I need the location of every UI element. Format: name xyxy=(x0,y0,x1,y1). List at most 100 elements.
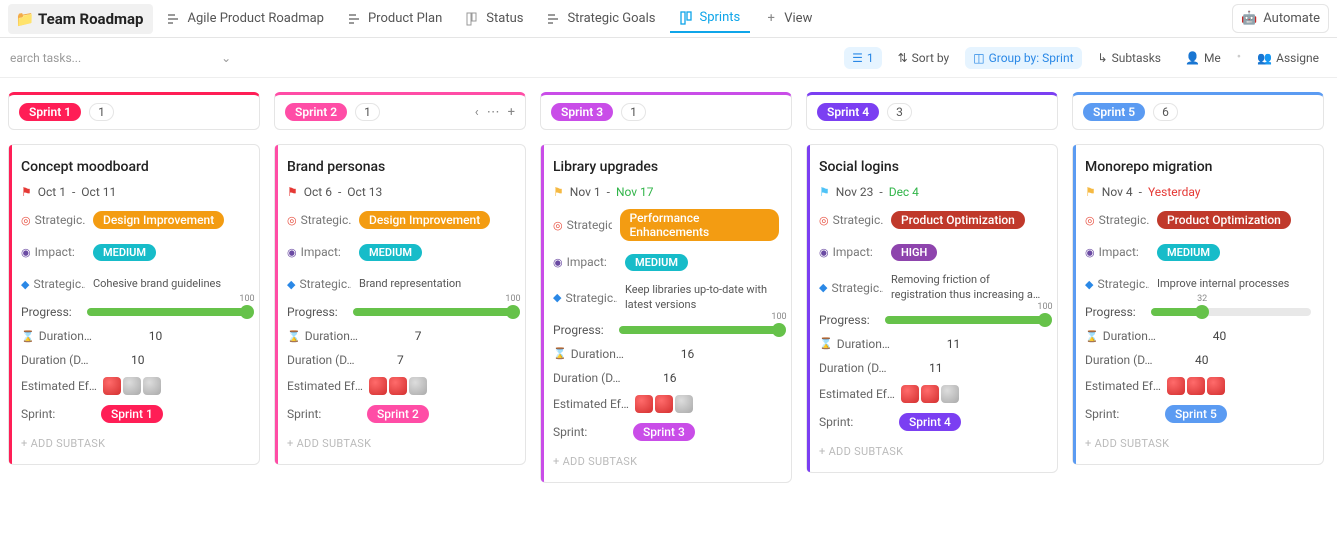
flag-icon: ⚑ xyxy=(21,185,32,199)
impact-pill[interactable]: HIGH xyxy=(891,244,937,261)
sprint-badge[interactable]: Sprint 1 xyxy=(101,405,163,423)
progress-track[interactable]: 100 xyxy=(619,326,779,334)
tab-strategic-goals[interactable]: Strategic Goals xyxy=(537,5,665,32)
gantt-icon xyxy=(348,12,362,26)
tab-add-view[interactable]: + View xyxy=(754,5,822,32)
effort-dot xyxy=(901,385,919,403)
target-icon: ◎ xyxy=(21,214,31,227)
search-input[interactable]: earch tasks... ⌄ xyxy=(4,47,237,69)
duration-est-value: 16 xyxy=(681,347,695,361)
add-subtask-button[interactable]: + ADD SUBTASK xyxy=(1085,433,1311,450)
progress-row[interactable]: Progress: 100 xyxy=(287,305,513,319)
sprint-row: Sprint: Sprint 2 xyxy=(287,405,513,423)
duration-d-row: Duration (D… 11 xyxy=(819,361,1045,375)
effort-dot xyxy=(123,377,141,395)
filter-chip[interactable]: ☰ 1 xyxy=(844,47,882,69)
column-header[interactable]: Sprint 4 3 xyxy=(806,92,1058,130)
duration-est-row: ⌛ Duration… 16 xyxy=(553,347,779,361)
add-subtask-button[interactable]: + ADD SUBTASK xyxy=(21,433,247,450)
goal-pill[interactable]: Design Improvement xyxy=(93,211,224,229)
duration-d-row: Duration (D… 40 xyxy=(1085,353,1311,367)
progress-track[interactable]: 100 xyxy=(87,308,247,316)
add-subtask-button[interactable]: + ADD SUBTASK xyxy=(553,451,779,468)
column-header[interactable]: Sprint 1 1 xyxy=(8,92,260,130)
effort-row: Estimated Ef… xyxy=(1085,377,1311,395)
goal-pill[interactable]: Product Optimization xyxy=(1157,211,1291,229)
flag-icon: ⚑ xyxy=(553,185,564,199)
date-range[interactable]: ⚑ Oct 1 - Oct 11 xyxy=(21,185,247,199)
goal-pill[interactable]: Performance Enhancements xyxy=(620,209,780,241)
column-count: 3 xyxy=(887,103,912,121)
me-button[interactable]: 👤 Me xyxy=(1177,47,1229,69)
target-icon: ◎ xyxy=(553,219,563,232)
me-label: Me xyxy=(1204,51,1221,65)
sprint-name: Sprint 2 xyxy=(285,103,347,121)
tab-product-plan[interactable]: Product Plan xyxy=(338,5,452,32)
tab-main[interactable]: 📁 Team Roadmap xyxy=(8,4,153,34)
tab-agile[interactable]: Agile Product Roadmap xyxy=(157,5,334,32)
diamond-icon: ◆ xyxy=(553,291,561,304)
progress-row[interactable]: Progress: 100 xyxy=(553,323,779,337)
sprint-badge[interactable]: Sprint 5 xyxy=(1165,405,1227,423)
sprint-badge[interactable]: Sprint 2 xyxy=(367,405,429,423)
strategic-goal-row: ◎Strategic… Design Improvement xyxy=(21,209,247,231)
tab-status[interactable]: Status xyxy=(456,5,533,32)
date-range[interactable]: ⚑ Nov 23 - Dec 4 xyxy=(819,185,1045,199)
more-icon[interactable]: ⋯ xyxy=(487,105,500,120)
duration-d-row: Duration (D… 7 xyxy=(287,353,513,367)
add-subtask-button[interactable]: + ADD SUBTASK xyxy=(819,441,1045,458)
key-result-row: ◆Strategic… Removing friction of registr… xyxy=(819,273,1045,303)
column-header[interactable]: Sprint 5 6 xyxy=(1072,92,1324,130)
sort-icon: ⇅ xyxy=(898,51,908,65)
progress-row[interactable]: Progress: 100 xyxy=(21,305,247,319)
sprint-name: Sprint 3 xyxy=(551,103,613,121)
task-card[interactable]: Social logins ⚑ Nov 23 - Dec 4 ◎Strategi… xyxy=(806,144,1058,473)
end-date: Oct 13 xyxy=(347,185,382,199)
key-result-text: Keep libraries up-to-date with latest ve… xyxy=(625,283,779,313)
task-card[interactable]: Concept moodboard ⚑ Oct 1 - Oct 11 ◎Stra… xyxy=(8,144,260,465)
date-range[interactable]: ⚑ Oct 6 - Oct 13 xyxy=(287,185,513,199)
column-header[interactable]: Sprint 2 1 ‹⋯+ xyxy=(274,92,526,130)
impact-row: ◉Impact: HIGH xyxy=(819,241,1045,263)
impact-pill[interactable]: MEDIUM xyxy=(359,244,422,261)
effort-dot xyxy=(103,377,121,395)
tab-sprints[interactable]: Sprints xyxy=(670,4,751,33)
progress-track[interactable]: 100 xyxy=(353,308,513,316)
duration-d-value: 7 xyxy=(397,353,404,367)
impact-pill[interactable]: MEDIUM xyxy=(1157,244,1220,261)
start-date: Oct 6 xyxy=(304,185,332,199)
subtasks-button[interactable]: ↳ Subtasks xyxy=(1090,47,1169,69)
impact-pill[interactable]: MEDIUM xyxy=(93,244,156,261)
task-title: Social logins xyxy=(819,159,1045,175)
group-by-button[interactable]: ◫ Group by: Sprint xyxy=(965,47,1081,69)
task-card[interactable]: Monorepo migration ⚑ Nov 4 - Yesterday ◎… xyxy=(1072,144,1324,465)
task-card[interactable]: Library upgrades ⚑ Nov 1 - Nov 17 ◎Strat… xyxy=(540,144,792,483)
plus-icon[interactable]: + xyxy=(508,105,515,120)
column-count: 1 xyxy=(621,103,646,121)
progress-track[interactable]: 32 xyxy=(1151,308,1311,316)
date-range[interactable]: ⚑ Nov 1 - Nov 17 xyxy=(553,185,779,199)
column-header[interactable]: Sprint 3 1 xyxy=(540,92,792,130)
chevron-left-icon[interactable]: ‹ xyxy=(475,105,479,120)
gantt-icon xyxy=(547,12,561,26)
assignee-button[interactable]: 👥 Assigne xyxy=(1249,47,1327,69)
sort-by-button[interactable]: ⇅ Sort by xyxy=(890,47,958,69)
progress-track[interactable]: 100 xyxy=(885,316,1045,324)
key-result-text: Cohesive brand guidelines xyxy=(93,277,247,292)
impact-pill[interactable]: MEDIUM xyxy=(625,254,688,271)
key-result-row: ◆Strategic… Improve internal processes xyxy=(1085,273,1311,295)
effort-row: Estimated Ef… xyxy=(21,377,247,395)
goal-pill[interactable]: Product Optimization xyxy=(891,211,1025,229)
add-subtask-button[interactable]: + ADD SUBTASK xyxy=(287,433,513,450)
main-title: Team Roadmap xyxy=(38,10,143,28)
progress-row[interactable]: Progress: 32 xyxy=(1085,305,1311,319)
task-card[interactable]: Brand personas ⚑ Oct 6 - Oct 13 ◎Strateg… xyxy=(274,144,526,465)
sprint-name: Sprint 5 xyxy=(1083,103,1145,121)
sprint-badge[interactable]: Sprint 4 xyxy=(899,413,961,431)
progress-row[interactable]: Progress: 100 xyxy=(819,313,1045,327)
date-range[interactable]: ⚑ Nov 4 - Yesterday xyxy=(1085,185,1311,199)
goal-pill[interactable]: Design Improvement xyxy=(359,211,490,229)
automate-button[interactable]: 🤖 Automate xyxy=(1232,4,1329,33)
effort-dot xyxy=(1207,377,1225,395)
sprint-badge[interactable]: Sprint 3 xyxy=(633,423,695,441)
